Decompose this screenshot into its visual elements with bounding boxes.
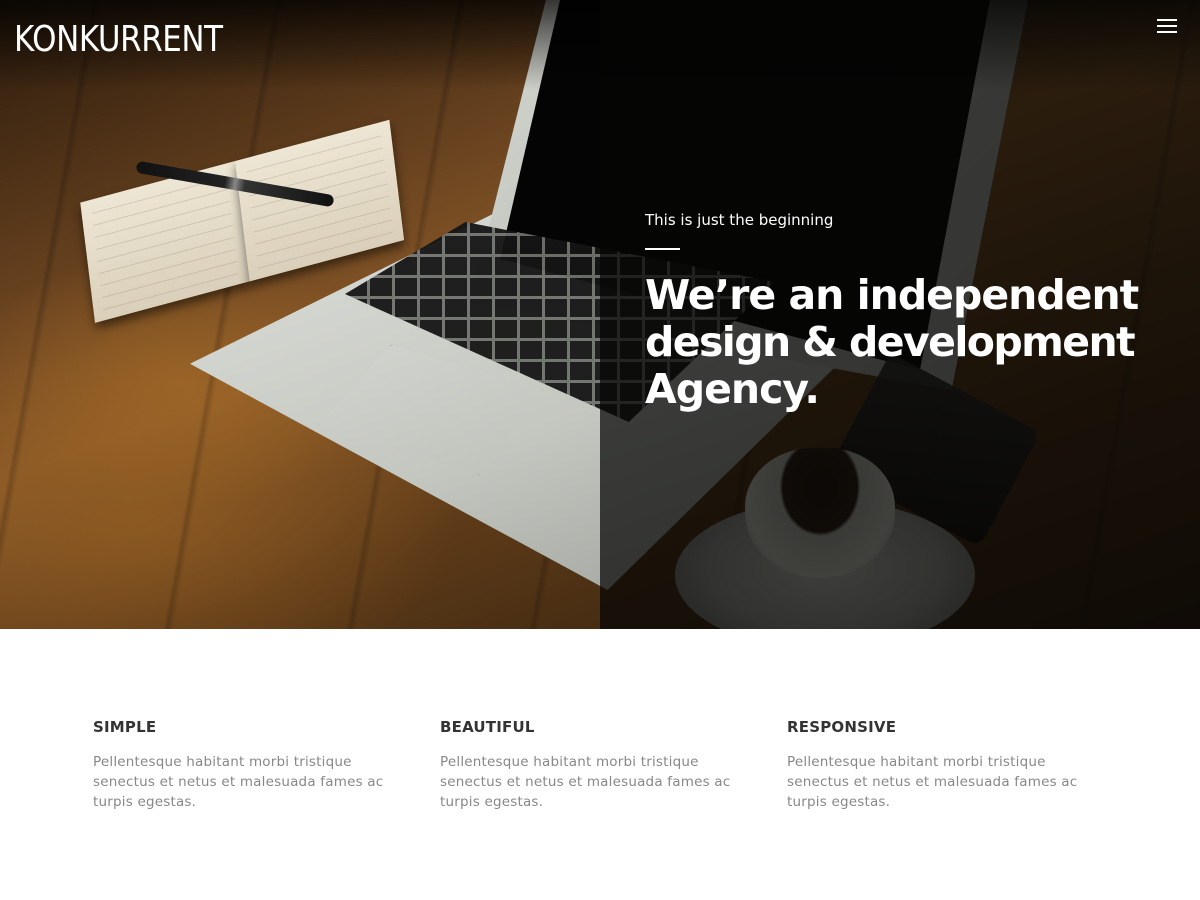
feature-text: Pellentesque habitant morbi tristique se… bbox=[787, 754, 1078, 810]
site-logo[interactable]: KONKURRENT bbox=[14, 19, 223, 60]
hero-section: KONKURRENT This is just the beginning We… bbox=[0, 0, 1200, 629]
hero-headline: We’re an independent design & developmen… bbox=[645, 272, 1165, 413]
feature-title: SIMPLE bbox=[93, 718, 157, 736]
feature-simple: SIMPLE Pellentesque habitant morbi trist… bbox=[93, 718, 393, 812]
feature-responsive: RESPONSIVE Pellentesque habitant morbi t… bbox=[787, 718, 1087, 812]
menu-button[interactable] bbox=[1150, 14, 1184, 38]
headline-line-2: design & development bbox=[645, 318, 1136, 366]
headline-line-3: Agency. bbox=[645, 365, 820, 413]
feature-title: BEAUTIFUL bbox=[440, 718, 535, 736]
features-section: SIMPLE Pellentesque habitant morbi trist… bbox=[0, 629, 1200, 900]
headline-line-1: We’re an independent bbox=[645, 271, 1139, 319]
hamburger-icon-bar bbox=[1157, 25, 1177, 27]
feature-text: Pellentesque habitant morbi tristique se… bbox=[440, 754, 731, 810]
hamburger-icon-bar bbox=[1157, 31, 1177, 33]
hero-eyebrow: This is just the beginning bbox=[645, 211, 834, 229]
hamburger-icon bbox=[1157, 19, 1177, 21]
feature-text: Pellentesque habitant morbi tristique se… bbox=[93, 754, 384, 810]
feature-title: RESPONSIVE bbox=[787, 718, 897, 736]
hero-divider bbox=[645, 248, 680, 250]
feature-beautiful: BEAUTIFUL Pellentesque habitant morbi tr… bbox=[440, 718, 740, 812]
